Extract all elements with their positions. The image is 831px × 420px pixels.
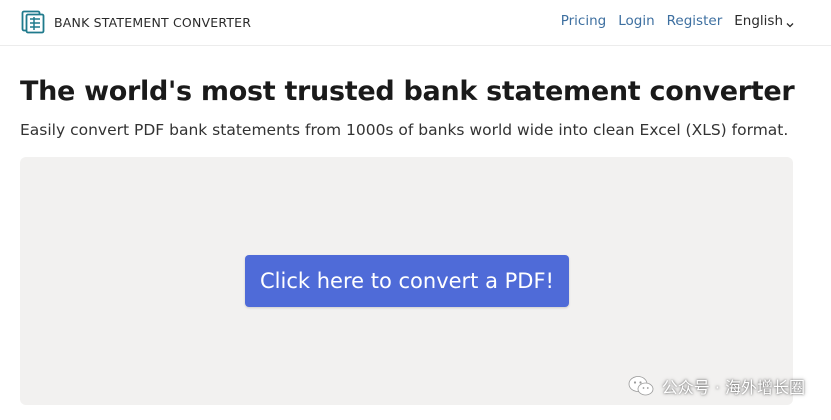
page-subtitle: Easily convert PDF bank statements from … <box>20 121 789 139</box>
language-selector[interactable]: English <box>734 13 794 29</box>
wechat-icon <box>628 375 654 397</box>
watermark: 公众号 · 海外增长圈 <box>628 374 805 398</box>
nav-link-login[interactable]: Login <box>618 13 654 29</box>
language-label: English <box>734 13 783 29</box>
top-navbar: BANK STATEMENT CONVERTER Pricing Login R… <box>0 0 831 46</box>
convert-pdf-button[interactable]: Click here to convert a PDF! <box>245 255 569 307</box>
main-nav: Pricing Login Register English <box>549 13 794 29</box>
page-title: The world's most trusted bank statement … <box>20 76 795 107</box>
watermark-text: 公众号 · 海外增长圈 <box>661 378 805 397</box>
nav-link-register[interactable]: Register <box>667 13 723 29</box>
chevron-down-icon <box>786 17 794 28</box>
nav-link-pricing[interactable]: Pricing <box>561 13 607 29</box>
brand-name: BANK STATEMENT CONVERTER <box>54 14 252 30</box>
document-table-icon <box>21 10 45 34</box>
brand[interactable]: BANK STATEMENT CONVERTER <box>21 10 251 34</box>
